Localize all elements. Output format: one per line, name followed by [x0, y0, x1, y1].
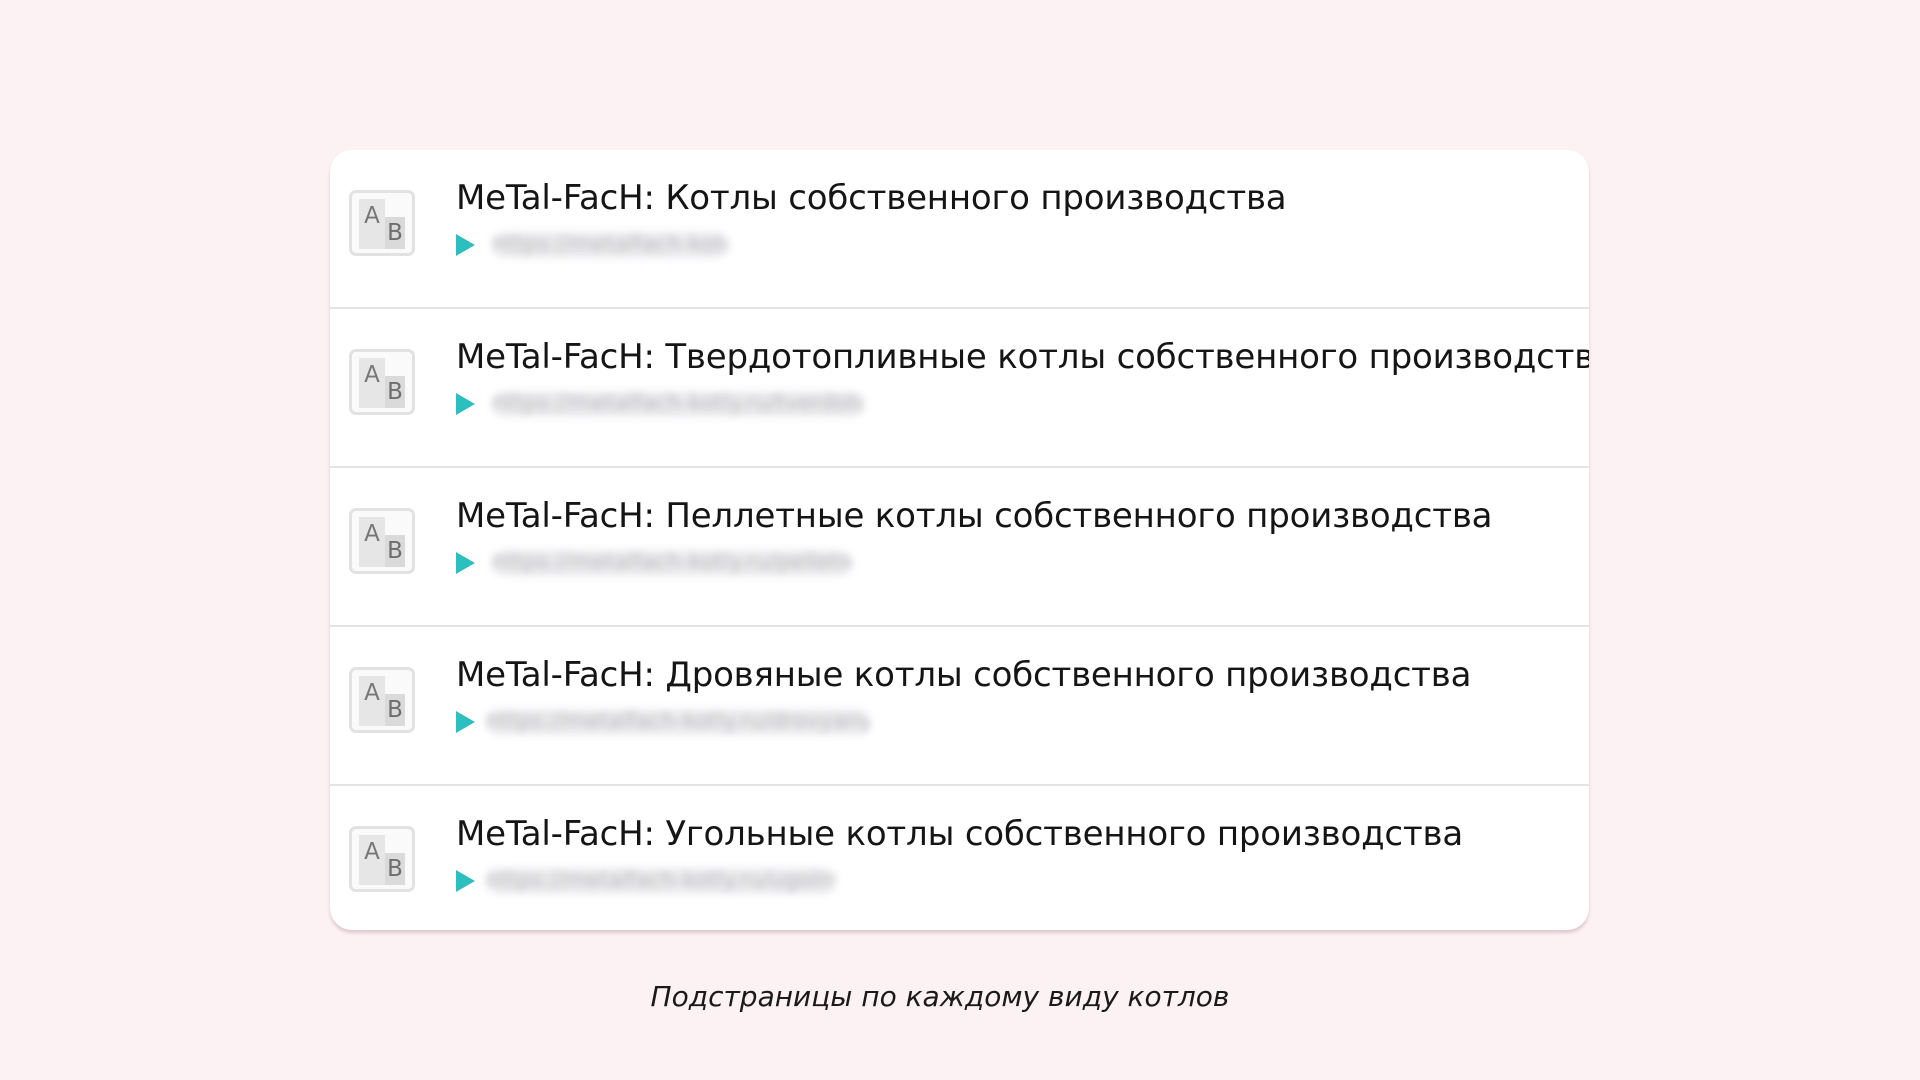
play-icon[interactable]	[456, 552, 475, 574]
item-url[interactable]: https://metalfach-kotly.ru/	[492, 232, 728, 258]
item-url[interactable]: https://metalfach-kotly.ru/drovyanye	[486, 709, 870, 735]
item-title[interactable]: MeTal-FacH: Дровяные котлы собственного …	[456, 655, 1471, 695]
ab-test-icon: A B	[349, 826, 415, 892]
item-title[interactable]: MeTal-FacH: Угольные котлы собственного …	[456, 814, 1463, 854]
play-icon[interactable]	[456, 393, 475, 415]
item-url[interactable]: https://metalfach-kotly.ru/pelletnye	[492, 550, 852, 576]
item-url[interactable]: https://metalfach-kotly.ru/ugolnye	[486, 868, 836, 894]
item-url[interactable]: https://metalfach-kotly.ru/tverdotoplivn…	[492, 391, 864, 417]
play-icon[interactable]	[456, 234, 475, 256]
list-item[interactable]: A B MeTal-FacH: Котлы собственного произ…	[330, 150, 1589, 309]
item-title[interactable]: MeTal-FacH: Твердотопливные котлы собств…	[456, 337, 1589, 377]
ab-test-icon: A B	[349, 508, 415, 574]
list-item[interactable]: A B MeTal-FacH: Дровяные котлы собственн…	[330, 627, 1589, 786]
ab-test-icon: A B	[349, 667, 415, 733]
list-item[interactable]: A B MeTal-FacH: Твердотопливные котлы со…	[330, 309, 1589, 468]
figure-caption: Подстраницы по каждому виду котлов	[650, 980, 1230, 1013]
play-icon[interactable]	[456, 711, 475, 733]
ab-test-icon: A B	[349, 190, 415, 256]
item-title[interactable]: MeTal-FacH: Пеллетные котлы собственного…	[456, 496, 1492, 536]
play-icon[interactable]	[456, 870, 475, 892]
list-item[interactable]: A B MeTal-FacH: Угольные котлы собственн…	[330, 786, 1589, 930]
ab-test-icon: A B	[349, 349, 415, 415]
item-title[interactable]: MeTal-FacH: Котлы собственного производс…	[456, 178, 1287, 218]
list-item[interactable]: A B MeTal-FacH: Пеллетные котлы собствен…	[330, 468, 1589, 627]
subpages-card: A B MeTal-FacH: Котлы собственного произ…	[330, 150, 1589, 930]
